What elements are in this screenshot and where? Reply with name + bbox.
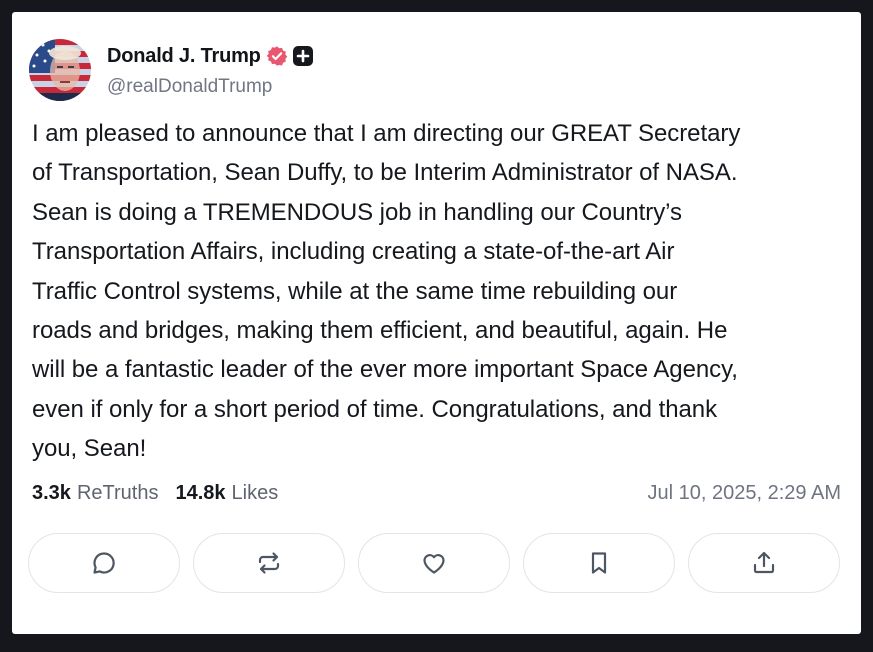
share-icon	[753, 551, 775, 574]
reply-button[interactable]	[28, 533, 180, 593]
post-text-line: even if only for a short period of time.…	[32, 395, 718, 423]
author-display-name[interactable]: Donald J. Trump	[107, 45, 261, 68]
like-button[interactable]	[358, 533, 510, 593]
post-body: I am pleased to announce that I am direc…	[32, 114, 852, 469]
author-name-row: Donald J. Trump	[107, 43, 313, 69]
post-text-line: Transportation Affairs, including creati…	[32, 238, 675, 266]
likes-stat[interactable]: 14.8k Likes	[175, 482, 278, 505]
avatar[interactable]	[29, 39, 91, 101]
retruths-count: 3.3k	[32, 482, 71, 504]
likes-label: Likes	[231, 482, 279, 504]
retruths-stat[interactable]: 3.3k ReTruths	[32, 482, 158, 505]
post-text-line: of Transportation, Sean Duffy, to be Int…	[32, 159, 738, 187]
post-text-line: roads and bridges, making them efficient…	[32, 317, 728, 345]
post-stats: 3.3k ReTruths 14.8k Likes	[32, 482, 278, 505]
verified-badge-icon	[266, 46, 287, 66]
post-text-line: I am pleased to announce that I am direc…	[32, 120, 741, 147]
post-timestamp[interactable]: Jul 10, 2025, 2:29 AM	[648, 482, 841, 505]
heart-icon	[423, 554, 445, 574]
bookmark-icon	[591, 552, 607, 574]
post-text-line: will be a fantastic leader of the ever m…	[32, 356, 738, 384]
post-text-line: you, Sean!	[32, 435, 147, 463]
retruths-label: ReTruths	[76, 482, 159, 504]
likes-count: 14.8k	[175, 482, 226, 504]
post-text-line: Traffic Control systems, while at the sa…	[32, 277, 678, 305]
post-text-line: Sean is doing a TREMENDOUS job in handli…	[32, 198, 682, 226]
share-button[interactable]	[688, 533, 840, 593]
post-card: Donald J. Trump @realDonaldTrump I am pl…	[12, 12, 861, 634]
bookmark-button[interactable]	[523, 533, 675, 593]
retruth-button[interactable]	[193, 533, 345, 593]
repost-icon	[258, 552, 280, 574]
author-handle[interactable]: @realDonaldTrump	[107, 76, 272, 98]
plus-badge-icon	[292, 46, 313, 66]
comment-icon	[93, 552, 115, 574]
action-bar	[28, 533, 840, 593]
